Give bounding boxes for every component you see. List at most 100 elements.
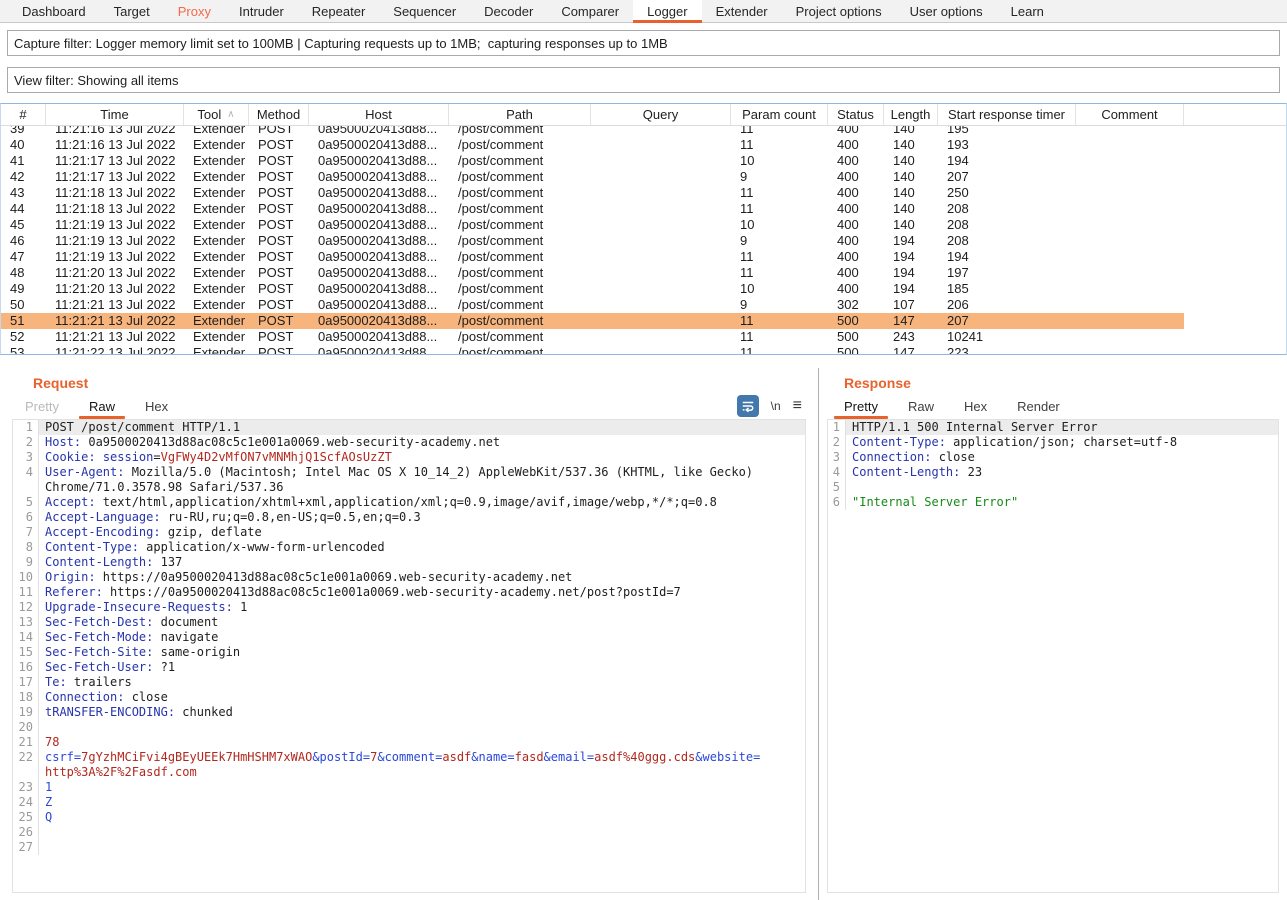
show-newlines-button[interactable]: \n [771, 399, 781, 413]
cell-method: POST [249, 329, 309, 345]
table-row[interactable]: 4811:21:20 13 Jul 2022ExtenderPOST0a9500… [1, 265, 1286, 281]
cell-start-response-timer: 10241 [938, 329, 1076, 345]
line-number: 5 [13, 495, 39, 510]
cell-length: 107 [884, 297, 938, 313]
response-tab-hex[interactable]: Hex [949, 393, 1002, 419]
cell-method: POST [249, 126, 309, 137]
line-content: Content-Type: application/x-www-form-url… [39, 540, 805, 555]
wrap-lines-button[interactable] [737, 395, 759, 417]
table-row[interactable]: 4411:21:18 13 Jul 2022ExtenderPOST0a9500… [1, 201, 1286, 217]
main-tab-sequencer[interactable]: Sequencer [379, 0, 470, 22]
main-tab-dashboard[interactable]: Dashboard [8, 0, 100, 22]
main-tab-user-options[interactable]: User options [896, 0, 997, 22]
column-header-status[interactable]: Status [828, 104, 884, 125]
main-tab-intruder[interactable]: Intruder [225, 0, 298, 22]
column-header--[interactable]: # [1, 104, 46, 125]
main-tab-extender[interactable]: Extender [702, 0, 782, 22]
main-tab-decoder[interactable]: Decoder [470, 0, 547, 22]
table-row[interactable]: 4211:21:17 13 Jul 2022ExtenderPOST0a9500… [1, 169, 1286, 185]
column-header-query[interactable]: Query [591, 104, 731, 125]
cell-status: 400 [828, 185, 884, 201]
cell-param-count: 11 [731, 137, 828, 153]
request-tab-raw[interactable]: Raw [74, 393, 130, 419]
editor-line: 9Content-Length: 137 [13, 555, 805, 570]
request-editor-toolbar: \n ≡ [737, 395, 802, 417]
main-tab-target[interactable]: Target [100, 0, 164, 22]
cell-length: 194 [884, 281, 938, 297]
response-tab-pretty[interactable]: Pretty [829, 393, 893, 419]
table-row[interactable]: 4111:21:17 13 Jul 2022ExtenderPOST0a9500… [1, 153, 1286, 169]
cell-id: 41 [1, 153, 46, 169]
editor-line: 4Content-Length: 23 [828, 465, 1278, 480]
column-header-tool[interactable]: Tool∧ [184, 104, 249, 125]
response-tab-raw[interactable]: Raw [893, 393, 949, 419]
editor-line: 16Sec-Fetch-User: ?1 [13, 660, 805, 675]
cell-query [591, 233, 731, 249]
table-row[interactable]: 4311:21:18 13 Jul 2022ExtenderPOST0a9500… [1, 185, 1286, 201]
editor-menu-icon[interactable]: ≡ [793, 398, 802, 414]
cell-query [591, 345, 731, 354]
editor-line: 2Content-Type: application/json; charset… [828, 435, 1278, 450]
cell-param-count: 10 [731, 153, 828, 169]
cell-comment [1076, 265, 1184, 281]
table-row[interactable]: 4611:21:19 13 Jul 2022ExtenderPOST0a9500… [1, 233, 1286, 249]
table-row[interactable]: 4911:21:20 13 Jul 2022ExtenderPOST0a9500… [1, 281, 1286, 297]
line-number: 4 [828, 465, 846, 480]
main-tab-comparer[interactable]: Comparer [547, 0, 633, 22]
column-header-param-count[interactable]: Param count [731, 104, 828, 125]
line-number: 4 [13, 465, 39, 480]
column-header-path[interactable]: Path [449, 104, 591, 125]
table-row[interactable]: 4511:21:19 13 Jul 2022ExtenderPOST0a9500… [1, 217, 1286, 233]
column-header-method[interactable]: Method [249, 104, 309, 125]
capture-filter-bar[interactable]: Capture filter: Logger memory limit set … [7, 30, 1280, 56]
table-row-selected[interactable]: 5111:21:21 13 Jul 2022ExtenderPOST0a9500… [1, 313, 1286, 329]
line-content: Sec-Fetch-Mode: navigate [39, 630, 805, 645]
column-header-start-response-timer[interactable]: Start response timer [938, 104, 1076, 125]
cell-length: 140 [884, 201, 938, 217]
cell-path: /post/comment [449, 313, 591, 329]
response-editor[interactable]: 1HTTP/1.1 500 Internal Server Error2Cont… [827, 419, 1279, 893]
main-tab-learn[interactable]: Learn [997, 0, 1058, 22]
editor-line: http%3A%2F%2Fasdf.com [13, 765, 805, 780]
cell-id: 39 [1, 126, 46, 137]
main-tab-repeater[interactable]: Repeater [298, 0, 379, 22]
line-content: 1 [39, 780, 805, 795]
table-row[interactable]: 5011:21:21 13 Jul 2022ExtenderPOST0a9500… [1, 297, 1286, 313]
cell-filler [1184, 153, 1286, 169]
column-header-host[interactable]: Host [309, 104, 449, 125]
main-tab-logger[interactable]: Logger [633, 0, 701, 22]
cell-status: 302 [828, 297, 884, 313]
table-row[interactable]: 3911:21:16 13 Jul 2022ExtenderPOST0a9500… [1, 126, 1286, 137]
cell-param-count: 11 [731, 329, 828, 345]
column-header-comment[interactable]: Comment [1076, 104, 1184, 125]
table-row[interactable]: 5311:21:22 13 Jul 2022ExtenderPOST0a9500… [1, 345, 1286, 354]
main-tab-project-options[interactable]: Project options [782, 0, 896, 22]
response-tab-render[interactable]: Render [1002, 393, 1075, 419]
table-row[interactable]: 4711:21:19 13 Jul 2022ExtenderPOST0a9500… [1, 249, 1286, 265]
cell-id: 52 [1, 329, 46, 345]
request-tab-pretty[interactable]: Pretty [10, 393, 74, 419]
request-tab-hex[interactable]: Hex [130, 393, 183, 419]
table-row[interactable]: 5211:21:21 13 Jul 2022ExtenderPOST0a9500… [1, 329, 1286, 345]
table-row[interactable]: 4011:21:16 13 Jul 2022ExtenderPOST0a9500… [1, 137, 1286, 153]
cell-status: 400 [828, 201, 884, 217]
view-filter-bar[interactable]: View filter: Showing all items [7, 67, 1280, 93]
cell-path: /post/comment [449, 137, 591, 153]
request-title: Request [0, 368, 818, 393]
editor-line: 18Connection: close [13, 690, 805, 705]
line-number: 2 [13, 435, 39, 450]
cell-query [591, 217, 731, 233]
cell-host: 0a9500020413d88... [309, 185, 449, 201]
main-tab-proxy[interactable]: Proxy [164, 0, 225, 22]
column-header-length[interactable]: Length [884, 104, 938, 125]
request-editor[interactable]: 1POST /post/comment HTTP/1.12Host: 0a950… [12, 419, 806, 893]
line-content: Content-Length: 23 [846, 465, 1278, 480]
cell-path: /post/comment [449, 297, 591, 313]
editor-line: 14Sec-Fetch-Mode: navigate [13, 630, 805, 645]
cell-length: 194 [884, 233, 938, 249]
cell-filler [1184, 169, 1286, 185]
line-number: 12 [13, 600, 39, 615]
cell-id: 47 [1, 249, 46, 265]
cell-tool: Extender [184, 153, 249, 169]
column-header-time[interactable]: Time [46, 104, 184, 125]
